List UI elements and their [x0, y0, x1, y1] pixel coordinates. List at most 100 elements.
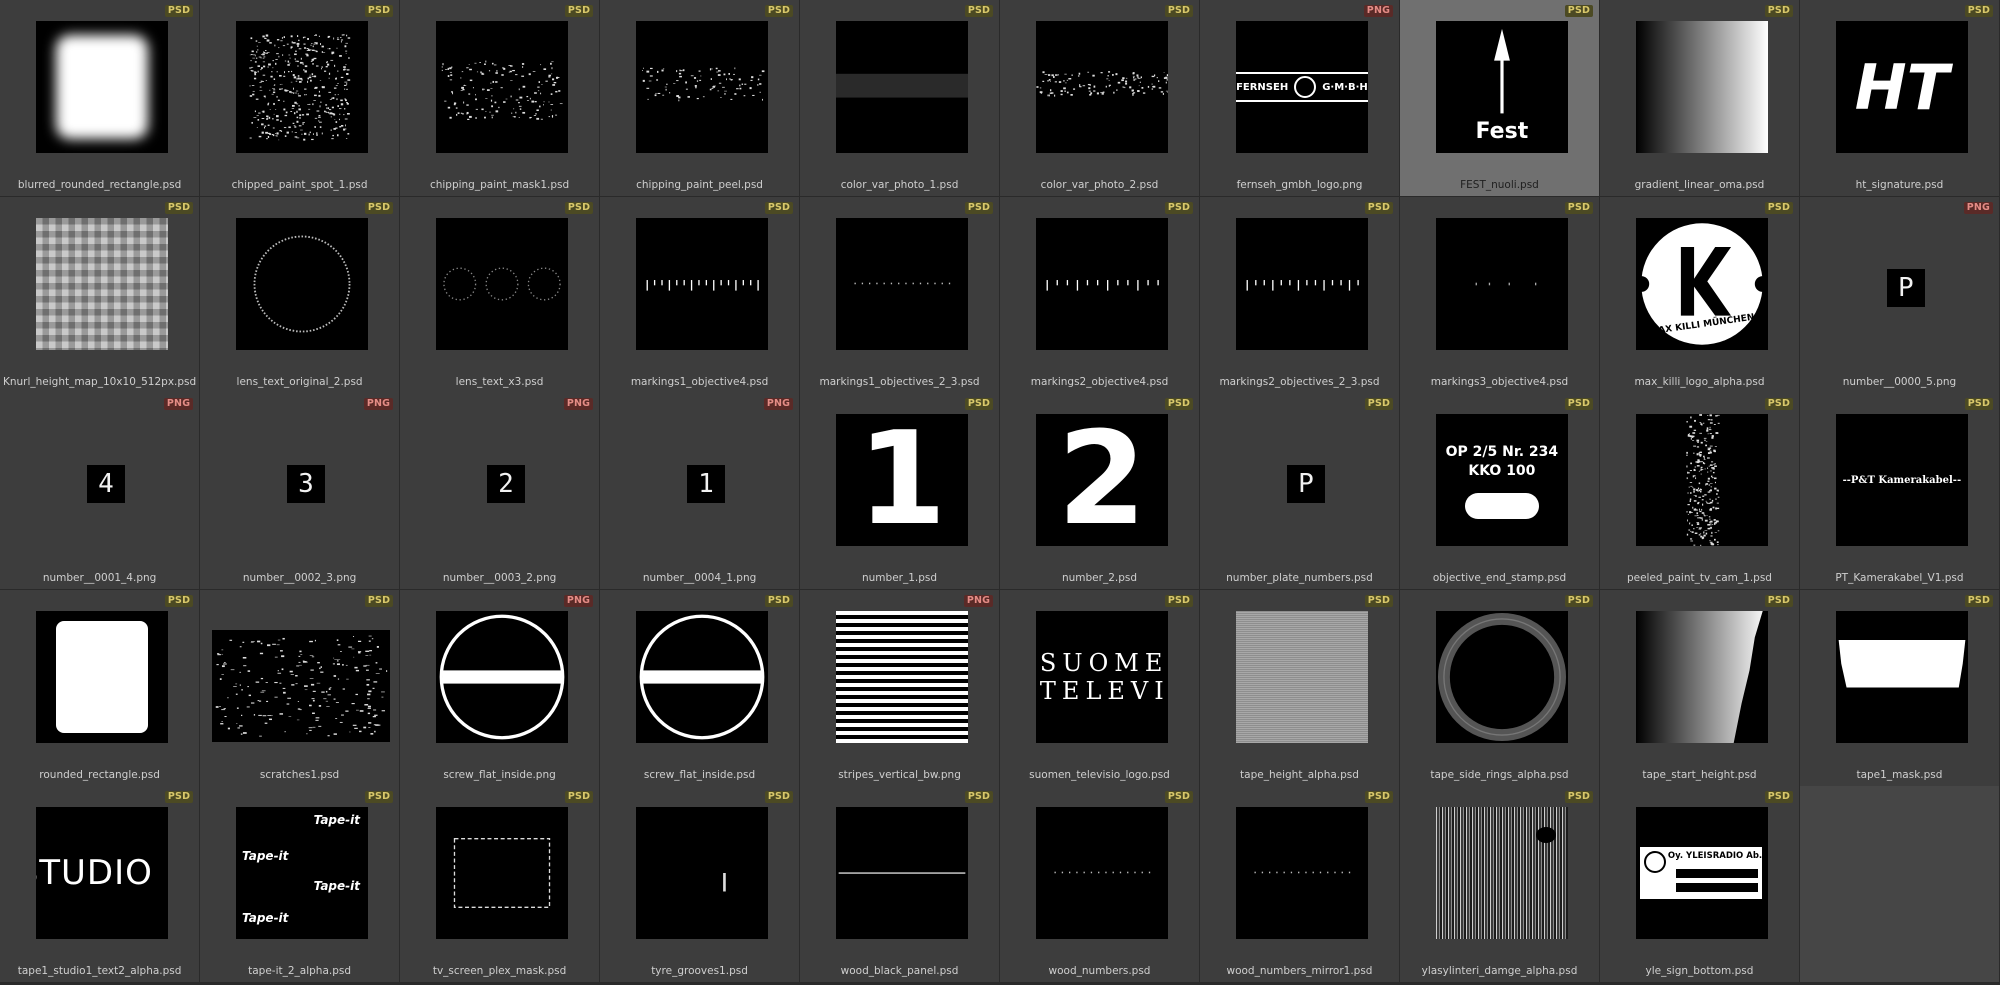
eye-icon	[1294, 76, 1317, 98]
file-type-badge: PSD	[764, 5, 794, 17]
file-name-label: number__0000_5.png	[1842, 375, 1957, 388]
file-name-label: number__0002_3.png	[242, 572, 357, 584]
file-name-label: chipping_paint_mask1.psd	[429, 179, 570, 191]
file-tile[interactable]: PSD wood_numbers_mirror1.psd	[1199, 786, 1400, 982]
scale-markings-thumbnail	[635, 217, 768, 350]
file-tile[interactable]: PSD --P&T Kamerakabel-- PT_Kamerakabel_V1.…	[1799, 393, 2000, 589]
file-tile[interactable]: PNG FERNSEH G·M·B·H fernseh_gmbh_logo.png	[1199, 0, 1400, 196]
file-name-label: PT_Kamerakabel_V1.psd	[1835, 572, 1964, 584]
file-name-label: markings2_objective4.psd	[1030, 375, 1169, 388]
file-name-label: number_2.psd	[1061, 572, 1138, 584]
file-name-label: wood_numbers.psd	[1048, 965, 1151, 977]
cable-label-thumbnail: --P&T Kamerakabel--	[1835, 414, 1968, 546]
file-tile[interactable]: PSD tyre_grooves1.psd	[599, 786, 800, 982]
scale-markings-thumbnail	[1035, 217, 1168, 350]
file-tile[interactable]: PSD rounded_rectangle.psd	[0, 589, 200, 786]
file-tile[interactable]: PSD tape1_mask.psd	[1799, 589, 2000, 786]
file-type-badge: PNG	[563, 594, 594, 607]
file-tile[interactable]: PNG 2 number__0003_2.png	[399, 393, 600, 589]
suomen-text: SUOMEN	[1039, 648, 1168, 677]
file-name-label: tape1_studio1_text2_alpha.psd	[17, 965, 182, 977]
file-name-label: screw_flat_inside.png	[443, 768, 556, 781]
file-tile[interactable]: PSD color_var_photo_1.psd	[799, 0, 1000, 196]
file-type-badge: PSD	[1564, 594, 1594, 607]
file-tile[interactable]: PSD markings1_objective4.psd	[599, 196, 800, 393]
file-name-label: ylasylinteri_damge_alpha.psd	[1421, 965, 1578, 977]
file-name-label: rounded_rectangle.psd	[39, 768, 160, 781]
file-tile[interactable]: PSD ylasylinteri_damge_alpha.psd	[1399, 786, 1600, 982]
file-tile[interactable]: PSD blurred_rounded_rectangle.psd	[0, 0, 200, 196]
file-name-label: blurred_rounded_rectangle.psd	[17, 179, 182, 191]
file-tile[interactable]: PSD chipped_paint_spot_1.psd	[199, 0, 400, 196]
file-type-badge: PNG	[163, 398, 194, 410]
file-tile[interactable]: PNG 1 number__0004_1.png	[599, 393, 800, 589]
file-tile[interactable]: PSD wood_black_panel.psd	[799, 786, 1000, 982]
file-tile[interactable]: PSD Fest FEST_nuoli.psd	[1399, 0, 1600, 196]
file-name-label: gradient_linear_oma.psd	[1634, 179, 1765, 191]
file-tile[interactable]: PSD color_var_photo_2.psd	[999, 0, 1200, 196]
file-tile[interactable]: PSD markings2_objectives_2_3.psd	[1199, 196, 1400, 393]
file-tile[interactable]: PSD OP 2/5 Nr. 234 KKO 100 objective_end_st…	[1399, 393, 1600, 589]
file-tile[interactable]: PSD scratches1.psd	[199, 589, 400, 786]
file-type-badge: PSD	[1564, 791, 1594, 803]
file-tile[interactable]: PSD Pnumber_plate_numbers.psd	[1199, 393, 1400, 589]
file-type-badge: PSD	[964, 791, 994, 803]
file-name-label: tape_height_alpha.psd	[1240, 768, 1359, 781]
screen-mask-thumbnail	[435, 807, 568, 939]
file-tile[interactable]: PSD tape_height_alpha.psd	[1199, 589, 1400, 786]
file-tile[interactable]: PSD chipping_paint_peel.psd	[599, 0, 800, 196]
number-glyph: P	[1886, 268, 1925, 307]
file-tile[interactable]: PSD 2 number_2.psd	[999, 393, 1200, 589]
suomen-televisio-logo-thumbnail: SUOMENTELEVISIO	[1035, 610, 1168, 743]
file-tile[interactable]: PSD gradient_linear_oma.psd	[1599, 0, 1800, 196]
file-tile[interactable]: PSD lens_text_original_2.psd	[199, 196, 400, 393]
signature-thumbnail: HT	[1835, 21, 1968, 153]
ring-thumbnail	[1435, 610, 1568, 743]
gradient-thumbnail	[1635, 21, 1768, 153]
file-tile[interactable]: PSD lens_text_x3.psd	[399, 196, 600, 393]
number-glyph-thumbnail: 4	[87, 465, 125, 503]
file-tile[interactable]: PSD markings3_objective4.psd	[1399, 196, 1600, 393]
file-tile[interactable]: PSD peeled_paint_tv_cam_1.psd	[1599, 393, 1800, 589]
file-tile[interactable]: PSD tv_screen_plex_mask.psd	[399, 786, 600, 982]
file-tile[interactable]: PSD MAX KILLI MÜNCHEN max_killi_logo_alpha…	[1599, 196, 1800, 393]
file-tile[interactable]: PNG stripes_vertical_bw.png	[799, 589, 1000, 786]
file-tile[interactable]: PSD SUOMENTELEVISIO suomen_televisio_logo.…	[999, 589, 1200, 786]
file-type-badge: PNG	[563, 398, 594, 410]
file-type-badge: PSD	[164, 201, 194, 214]
file-tile[interactable]: PSD Tape-it Tape-it Tape-it Tape-it tape-it_2…	[199, 786, 400, 982]
file-tile[interactable]: PSD HT ht_signature.psd	[1799, 0, 2000, 196]
file-type-badge: PSD	[964, 398, 994, 410]
knurl-thumbnail	[36, 217, 168, 350]
file-name-label: scratches1.psd	[259, 768, 340, 781]
file-tile[interactable]: PNG 4 number__0001_4.png	[0, 393, 200, 589]
file-tile[interactable]: PSD chipping_paint_mask1.psd	[399, 0, 600, 196]
lens-text-thumbnail	[235, 217, 368, 350]
file-tile[interactable]: PSD wood_numbers.psd	[999, 786, 1200, 982]
file-tile[interactable]: PSD markings2_objective4.psd	[999, 196, 1200, 393]
file-tile[interactable]: PNG Pnumber__0000_5.png	[1799, 196, 2000, 393]
file-tile[interactable]: PNG 3 number__0002_3.png	[199, 393, 400, 589]
screw-head-thumbnail	[635, 610, 768, 743]
number-glyph-thumbnail: 1	[835, 414, 968, 546]
file-type-badge: PSD	[1764, 791, 1794, 803]
file-tile[interactable]: PNG screw_flat_inside.png	[399, 589, 600, 786]
file-tile[interactable]: PSD screw_flat_inside.psd	[599, 589, 800, 786]
number-glyph-thumbnail: 3	[286, 465, 325, 503]
file-tile[interactable]: PSD Knurl_height_map_10x10_512px.psd	[0, 196, 200, 393]
file-name-label: number_plate_numbers.psd	[1226, 572, 1373, 584]
color-variation-thumbnail	[1035, 21, 1168, 153]
file-tile[interactable]: PSD 1 number_1.psd	[799, 393, 1000, 589]
file-tile[interactable]: PSD Oy. YLEISRADIO Ab. yle_sign_bottom.psd	[1599, 786, 1800, 982]
kamerakabel-text: --P&T Kamerakabel--	[1835, 414, 1968, 546]
file-tile[interactable]: PSD tape_start_height.psd	[1599, 589, 1800, 786]
file-tile[interactable]: PSD tape_side_rings_alpha.psd	[1399, 589, 1600, 786]
file-tile[interactable]: PSD markings1_objectives_2_3.psd	[799, 196, 1000, 393]
stripes-thumbnail	[835, 610, 968, 743]
tyre-grooves-thumbnail	[635, 807, 768, 939]
file-tile[interactable]: PSD STUDIO 1 tape1_studio1_text2_alpha.psd	[0, 786, 200, 982]
max-killi-logo-thumbnail: MAX KILLI MÜNCHEN	[1635, 217, 1768, 350]
file-thumbnail-grid: PSD blurred_rounded_rectangle.psd PSD chipp…	[0, 0, 2000, 985]
file-name-label: stripes_vertical_bw.png	[838, 768, 961, 781]
ht-signature-text: HT	[1835, 21, 1968, 153]
